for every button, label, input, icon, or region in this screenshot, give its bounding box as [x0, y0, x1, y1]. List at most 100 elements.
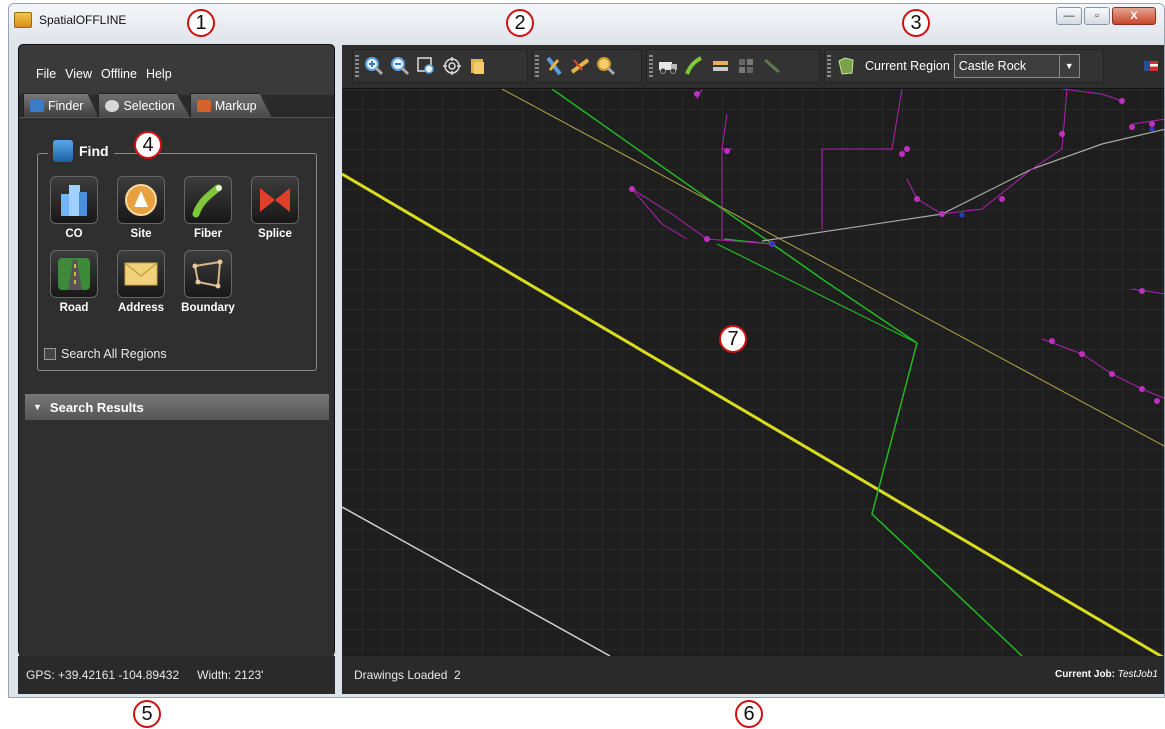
callout-4: 4 — [134, 131, 162, 159]
find-buttons: CO Site Fiber Splice Road Address Bounda… — [44, 176, 312, 314]
tab-finder[interactable]: Finder — [23, 93, 99, 117]
boundary-icon — [192, 259, 223, 289]
map-canvas[interactable] — [342, 89, 1164, 656]
find-group: Find CO Site Fiber Splice Road Address B… — [37, 140, 317, 371]
minimize-button[interactable]: — — [1056, 7, 1082, 25]
width-readout: Width: 2123' — [197, 668, 264, 682]
find-road-button[interactable]: Road — [44, 250, 104, 314]
search-all-regions-checkbox[interactable] — [44, 348, 56, 360]
flag-icon[interactable] — [1144, 61, 1158, 71]
tab-selection[interactable]: Selection — [98, 93, 190, 117]
find-splice-button[interactable]: Splice — [245, 176, 305, 240]
status-bar-right: Drawings Loaded 2 Current Job: TestJob1 — [342, 656, 1164, 694]
search-all-regions: Search All Regions — [44, 347, 167, 361]
current-job: Current Job: TestJob1 — [1055, 669, 1158, 680]
find-site-label: Site — [130, 228, 152, 240]
menu-view[interactable]: View — [65, 67, 92, 81]
magenta-nodes — [629, 91, 1160, 404]
window-controls: — ▫ X — [1056, 7, 1156, 25]
find-splice-label: Splice — [258, 228, 292, 240]
find-title: Find — [79, 143, 109, 159]
finder-panel: Find CO Site Fiber Splice Road Address B… — [19, 117, 334, 657]
left-panel: File View Offline Help Finder Selection … — [18, 44, 335, 657]
tab-markup-label: Markup — [214, 98, 257, 113]
find-road-label: Road — [59, 302, 89, 314]
title-bar: SpatialOFFLINE — ▫ X — [9, 4, 1164, 40]
lighthouse-icon — [53, 140, 73, 162]
measure-icon[interactable] — [709, 55, 731, 77]
current-region-label: Current Region — [865, 59, 950, 73]
toolbar-grip[interactable] — [827, 55, 831, 79]
chevron-down-icon: ▼ — [1058, 55, 1079, 77]
status-bar-left: GPS: +39.42161 -104.89432 Width: 2123' — [18, 656, 335, 694]
toolbar-group-region: Current Region Castle Rock ▼ — [824, 49, 1104, 83]
envelope-icon — [124, 262, 158, 286]
fiber-path — [551, 89, 1023, 656]
tan-line — [501, 89, 1164, 447]
zoom-box-icon[interactable] — [415, 55, 437, 77]
toolbar-group-select — [532, 49, 642, 83]
window-title: SpatialOFFLINE — [39, 13, 127, 27]
search-results-header[interactable]: ▼ Search Results — [25, 394, 329, 420]
toolbar-grip[interactable] — [649, 55, 653, 79]
menu-file[interactable]: File — [36, 67, 56, 81]
toolbar-grip[interactable] — [355, 55, 359, 79]
find-fiber-button[interactable]: Fiber — [178, 176, 238, 240]
route-icon[interactable] — [761, 55, 783, 77]
current-job-label: Current Job: — [1055, 669, 1115, 680]
site-icon — [125, 184, 157, 216]
callout-2: 2 — [506, 9, 534, 37]
menu-offline[interactable]: Offline — [101, 67, 137, 81]
fiber-icon — [192, 184, 222, 218]
toolbar-group-zoom — [352, 49, 528, 83]
find-address-label: Address — [117, 302, 165, 314]
app-window: SpatialOFFLINE — ▫ X File View Offline H… — [8, 3, 1165, 698]
identify-icon[interactable] — [595, 55, 617, 77]
menu-help[interactable]: Help — [146, 67, 172, 81]
find-boundary-label: Boundary — [181, 302, 235, 314]
select-multi-icon[interactable] — [569, 55, 591, 77]
tab-selection-label: Selection — [123, 98, 175, 113]
find-boundary-button[interactable]: Boundary — [178, 250, 238, 314]
zoom-out-icon[interactable] — [389, 55, 411, 77]
app-logo-icon — [14, 12, 32, 28]
finder-icon — [30, 99, 44, 112]
callout-3: 3 — [902, 9, 930, 37]
find-address-button[interactable]: Address — [111, 250, 171, 314]
markup-icon — [196, 99, 211, 112]
toolbar-group-tools — [646, 49, 820, 83]
building-icon — [61, 185, 87, 216]
zoom-in-icon[interactable] — [363, 55, 385, 77]
menu-bar: File View Offline Help — [19, 45, 334, 95]
region-value: Castle Rock — [958, 59, 1027, 73]
find-co-label: CO — [65, 228, 83, 240]
callout-7: 7 — [719, 325, 747, 353]
road-line — [342, 172, 1164, 656]
tab-markup[interactable]: Markup — [189, 93, 272, 117]
grid-tool-icon[interactable] — [735, 55, 757, 77]
maximize-button[interactable]: ▫ — [1084, 7, 1110, 25]
layers-icon[interactable] — [467, 55, 489, 77]
region-icon — [835, 55, 857, 77]
callout-5: 5 — [133, 700, 161, 728]
tab-finder-label: Finder — [48, 98, 84, 113]
search-results-label: Search Results — [49, 399, 144, 415]
white-line — [342, 506, 611, 656]
region-dropdown[interactable]: Castle Rock ▼ — [953, 54, 1080, 78]
select-icon[interactable] — [543, 55, 565, 77]
toolbar-grip[interactable] — [535, 55, 539, 79]
find-site-button[interactable]: Site — [111, 176, 171, 240]
find-fiber-label: Fiber — [193, 228, 223, 240]
callout-6: 6 — [735, 700, 763, 728]
crosshair-icon[interactable] — [441, 55, 463, 77]
fiber-tool-icon[interactable] — [683, 55, 705, 77]
find-header: Find — [48, 140, 114, 162]
magenta-network — [631, 89, 1164, 399]
map-drawing — [342, 89, 1164, 656]
panel-tabs: Finder Selection Markup — [23, 93, 272, 117]
truck-icon[interactable] — [657, 55, 679, 77]
find-co-button[interactable]: CO — [44, 176, 104, 240]
current-job-value: TestJob1 — [1117, 669, 1158, 680]
blue-nodes — [769, 126, 1155, 247]
close-button[interactable]: X — [1112, 7, 1156, 25]
